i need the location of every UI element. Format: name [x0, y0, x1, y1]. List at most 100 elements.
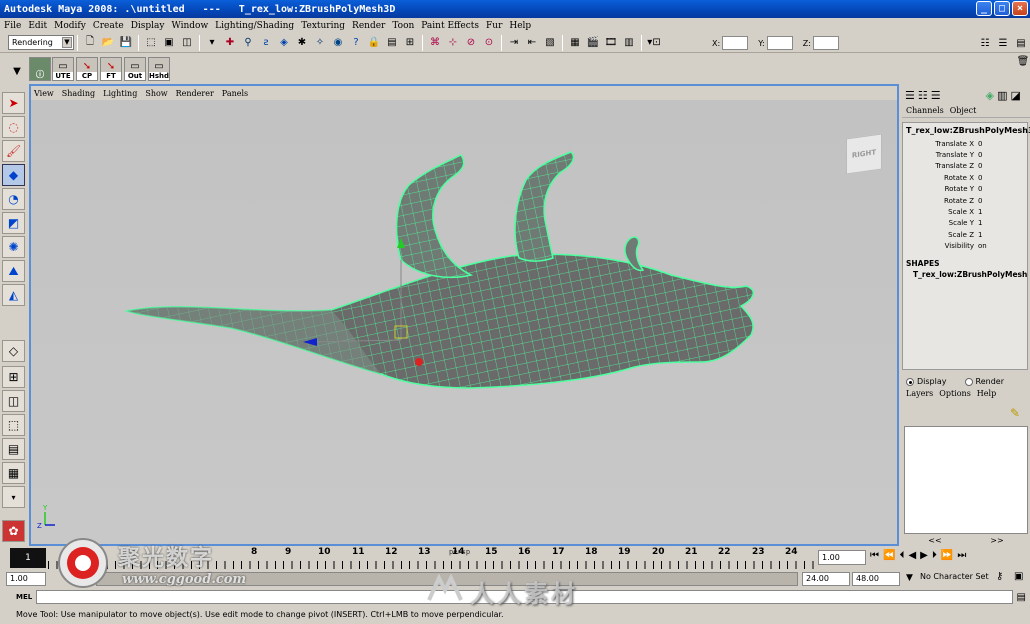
animation-prefs-icon[interactable]: ▣ [1014, 571, 1023, 582]
attribute-row[interactable]: Translate Y 0 [903, 149, 1027, 160]
shape-node-name[interactable]: T_rex_low:ZBrushPolyMesh [903, 270, 1027, 279]
menu-paint-effects[interactable]: Paint Effects [421, 21, 479, 31]
channel-box-toggle-icon[interactable]: ▤ [1014, 36, 1028, 50]
soft-modification-button[interactable]: ⛰ [2, 260, 25, 282]
attribute-value[interactable]: on [978, 242, 987, 250]
cb-menu-object[interactable]: Object [950, 106, 977, 117]
mask-dropdown-icon[interactable]: ▾ [205, 36, 219, 50]
viewcube[interactable]: RIGHT [846, 133, 882, 175]
layout-hypershade-button[interactable]: ▦ [2, 462, 25, 484]
menu-edit[interactable]: Edit [28, 21, 47, 31]
go-to-start-icon[interactable]: ⏮ [870, 550, 879, 561]
snap-view-plane-icon[interactable]: ⊘ [464, 36, 478, 50]
step-forward-key-icon[interactable]: ⏩ [941, 550, 953, 561]
shelf-out-button[interactable]: ▭ Out [124, 57, 146, 81]
menu-lighting-shading[interactable]: Lighting/Shading [215, 21, 294, 31]
attribute-editor-toggle-icon[interactable]: ☷ [978, 36, 992, 50]
scale-tool-button[interactable]: ◩ [2, 212, 25, 234]
attribute-value[interactable]: 0 [978, 140, 982, 148]
select-deformers-icon[interactable]: ✱ [295, 36, 309, 50]
play-forwards-icon[interactable]: ▶ [920, 550, 928, 561]
key-icon[interactable]: ⚷ [996, 571, 1003, 582]
rotate-tool-button[interactable]: ◔ [2, 188, 25, 210]
layout-side-by-side-button[interactable]: ◫ [2, 390, 25, 412]
render-frame-icon[interactable]: 🎬 [586, 36, 600, 50]
menu-window[interactable]: Window [172, 21, 209, 31]
y-input[interactable] [766, 36, 793, 50]
shelf-cp-button[interactable]: ➘ CP [76, 57, 98, 81]
play-backwards-icon[interactable]: ◀ [908, 550, 916, 561]
attribute-row[interactable]: Rotate X 0 [903, 172, 1027, 183]
lasso-tool-button[interactable]: ◌ [2, 116, 25, 138]
open-scene-icon[interactable]: 📂 [101, 36, 115, 50]
manipulator-z-handle[interactable] [415, 358, 423, 366]
select-dynamics-icon[interactable]: ✧ [313, 36, 327, 50]
vp-menu-show[interactable]: Show [145, 89, 167, 98]
minimize-button[interactable]: _ [976, 1, 992, 16]
menuset-dropdown[interactable]: Rendering ▼ [8, 35, 74, 50]
shelf-info-button[interactable]: ⓘ [29, 57, 51, 81]
snap-grid-icon[interactable]: ⊞ [403, 36, 417, 50]
paint-select-tool-button[interactable]: 🖌 [2, 140, 25, 162]
save-scene-icon[interactable]: 💾 [119, 36, 133, 50]
chevron-down-icon[interactable]: ▼ [906, 573, 913, 583]
last-tool-button[interactable]: ◇ [2, 340, 25, 362]
menu-texturing[interactable]: Texturing [301, 21, 345, 31]
attribute-icon[interactable]: ▥ [997, 89, 1007, 102]
snap-point-icon[interactable]: ⊹ [446, 36, 460, 50]
attribute-value[interactable]: 0 [978, 151, 982, 159]
attribute-row[interactable]: Visibility on [903, 241, 1027, 252]
input-ops-icon[interactable]: ⇥ [507, 36, 521, 50]
select-misc-icon[interactable]: ? [349, 36, 363, 50]
script-editor-icon[interactable]: ▤ [1017, 592, 1026, 603]
selected-object-name[interactable]: T_rex_low:ZBrushPolyMesh3 [903, 123, 1030, 138]
select-handles-icon[interactable]: ✚ [223, 36, 237, 50]
attribute-row[interactable]: Rotate Y 0 [903, 184, 1027, 195]
maximize-button[interactable]: □ [994, 1, 1010, 16]
cb-menu-channels[interactable]: Channels [906, 106, 944, 117]
layout-persp-graph-button[interactable]: ▤ [2, 438, 25, 460]
attribute-row[interactable]: Translate Z 0 [903, 161, 1027, 172]
menu-modify[interactable]: Modify [54, 21, 86, 31]
menu-create[interactable]: Create [93, 21, 124, 31]
go-to-end-icon[interactable]: ⏭ [957, 550, 966, 561]
highlight-selection-icon[interactable]: ▤ [385, 36, 399, 50]
render-view-icon[interactable]: ▦ [568, 36, 582, 50]
start-time-field[interactable]: 1.00 [6, 572, 46, 586]
step-back-frame-icon[interactable]: ⏴ [899, 550, 904, 561]
attribute-value[interactable]: 1 [978, 219, 982, 227]
attribute-row[interactable]: Scale Y 1 [903, 218, 1027, 229]
show-manipulator-button[interactable]: ◭ [2, 284, 25, 306]
current-time-field[interactable]: 1.00 [818, 550, 866, 565]
attribute-row[interactable]: Scale X 1 [903, 206, 1027, 217]
step-forward-frame-icon[interactable]: ⏵ [932, 550, 937, 561]
input-field-mode-icon[interactable]: ▾⊡ [647, 36, 661, 50]
attribute-row[interactable]: Translate X 0 [903, 138, 1027, 149]
menu-fur[interactable]: Fur [486, 21, 502, 31]
menu-file[interactable]: File [4, 21, 21, 31]
channel-layout-icon-2[interactable]: ☷ [918, 89, 928, 102]
attribute-value[interactable]: 1 [978, 208, 982, 216]
shelf-menu-icon[interactable]: ▼ [10, 64, 24, 78]
shelf-ute-button[interactable]: ▭ UTE [52, 57, 74, 81]
tool-settings-icon[interactable]: ◪ [1011, 89, 1021, 102]
select-tool-button[interactable]: ➤ [2, 92, 25, 114]
playback-end-field[interactable]: 48.00 [852, 572, 900, 586]
make-live-icon[interactable]: ⊙ [482, 36, 496, 50]
select-object-icon[interactable]: ▣ [162, 36, 176, 50]
z-input[interactable] [812, 36, 839, 50]
vp-menu-panels[interactable]: Panels [222, 89, 248, 98]
menu-display[interactable]: Display [131, 21, 165, 31]
select-joints-icon[interactable]: ⚲ [241, 36, 255, 50]
construction-history-icon[interactable]: ▧ [543, 36, 557, 50]
layer-menu-options[interactable]: Options [939, 389, 971, 398]
layer-menu-help[interactable]: Help [977, 389, 996, 398]
select-surfaces-icon[interactable]: ◈ [277, 36, 291, 50]
mel-label[interactable]: MEL [0, 590, 36, 604]
select-component-icon[interactable]: ◫ [180, 36, 194, 50]
attribute-value[interactable]: 0 [978, 197, 982, 205]
attribute-row[interactable]: Scale Z 1 [903, 229, 1027, 240]
viewport-canvas[interactable]: Z Y RIGHT persp [31, 100, 897, 556]
attribute-value[interactable]: 0 [978, 174, 982, 182]
menu-render[interactable]: Render [352, 21, 385, 31]
